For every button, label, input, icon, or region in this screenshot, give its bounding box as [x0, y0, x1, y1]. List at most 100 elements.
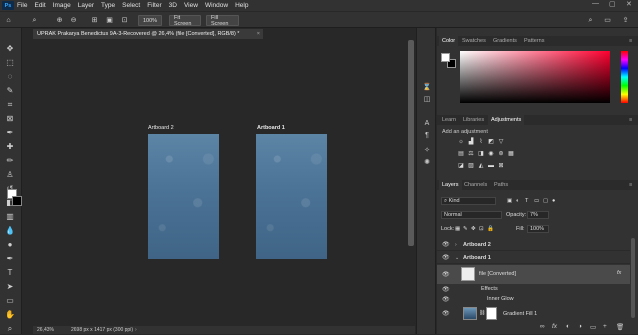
visibility-eye-icon[interactable]: 👁	[442, 310, 450, 317]
zoom-tool-icon[interactable]: ⌕	[4, 323, 16, 335]
character-panel-icon[interactable]: A	[421, 118, 433, 129]
gradient-map-icon[interactable]: ▬	[487, 163, 495, 170]
invert-icon[interactable]: ◪	[457, 163, 465, 170]
fit-screen-button[interactable]: Fit Screen	[169, 15, 201, 27]
quick-select-tool-icon[interactable]: ✎	[4, 85, 16, 97]
document-tab[interactable]: UPRAK Prakarya Benedictus 9A-3-Recovered…	[33, 29, 263, 39]
status-zoom[interactable]: 26,43%	[37, 326, 54, 334]
tab-gradients[interactable]: Gradients	[490, 36, 520, 46]
artboard-1-label[interactable]: Artboard 1	[257, 125, 285, 131]
color-picker-field[interactable]	[460, 51, 610, 103]
link-icon[interactable]: ⛓	[479, 310, 485, 316]
curves-icon[interactable]: ⌇	[477, 139, 485, 146]
close-window-button[interactable]: ✕	[626, 0, 632, 8]
layer-row-artboard-2[interactable]: 👁 › Artboard 2	[437, 239, 630, 251]
tab-patterns[interactable]: Patterns	[521, 36, 547, 46]
expand-chevron-icon[interactable]: ›	[455, 242, 457, 248]
tab-adjustments[interactable]: Adjustments	[488, 115, 525, 125]
filter-shape-icon[interactable]: ▭	[534, 198, 539, 204]
layer-row-gradient-fill-1[interactable]: 👁 ⛓ Gradient Fill 1	[437, 306, 630, 322]
properties-panel-icon[interactable]: ◫	[421, 94, 433, 105]
brightness-icon[interactable]: ☼	[457, 139, 465, 146]
menu-select[interactable]: Select	[122, 2, 140, 9]
menu-file[interactable]: File	[17, 2, 27, 9]
hue-slider[interactable]	[621, 51, 628, 103]
panel-foreground-swatch[interactable]	[441, 53, 450, 62]
exposure-icon[interactable]: ◩	[487, 139, 495, 146]
gradient-tool-icon[interactable]: ▥	[4, 211, 16, 223]
filter-smart-object-icon[interactable]: ▢	[543, 198, 548, 204]
paragraph-panel-icon[interactable]: ¶	[421, 130, 433, 141]
new-layer-icon[interactable]: +	[603, 323, 607, 330]
tab-libraries[interactable]: Libraries	[460, 115, 487, 125]
tab-channels[interactable]: Channels	[461, 180, 490, 190]
tab-layers[interactable]: Layers	[439, 180, 462, 190]
fill-screen-button[interactable]: Fill Screen	[206, 15, 239, 27]
adjustments-panel-menu-icon[interactable]: ≡	[626, 115, 635, 125]
zoom-tool-icon[interactable]: ⌕	[30, 16, 39, 25]
layer-row-effects[interactable]: 👁 Effects	[437, 285, 630, 295]
scrubby-zoom-icon[interactable]: ⊡	[120, 16, 129, 25]
menu-image[interactable]: Image	[53, 2, 71, 9]
menu-window[interactable]: Window	[205, 2, 228, 9]
zoom-in-icon[interactable]: ⊕	[55, 16, 64, 25]
tab-learn[interactable]: Learn	[439, 115, 459, 125]
add-mask-icon[interactable]: ◐	[566, 323, 570, 330]
blend-mode-select[interactable]: Normal	[441, 211, 502, 219]
photo-filter-icon[interactable]: ◉	[487, 151, 495, 158]
visibility-eye-icon[interactable]: 👁	[442, 271, 450, 278]
layer-filter-select[interactable]: ⌕ Kind	[441, 197, 496, 205]
tab-swatches[interactable]: Swatches	[459, 36, 489, 46]
workspace-icon[interactable]: ▭	[603, 16, 612, 25]
artboard-1[interactable]	[256, 134, 327, 259]
lock-transparent-icon[interactable]: ▦	[455, 226, 460, 232]
posterize-icon[interactable]: ▨	[467, 163, 475, 170]
color-balance-icon[interactable]: ⚖	[467, 151, 475, 158]
collapse-chevron-icon[interactable]: ⌄	[455, 255, 459, 261]
layer-row-artboard-1[interactable]: 👁 ⌄ Artboard 1	[437, 252, 630, 264]
path-select-tool-icon[interactable]: ➤	[4, 281, 16, 293]
shape-tool-icon[interactable]: ▭	[4, 295, 16, 307]
maximize-button[interactable]: ▢	[609, 0, 616, 8]
glyphs-panel-icon[interactable]: ✧	[421, 145, 433, 156]
close-document-icon[interactable]: ×	[257, 29, 260, 39]
zoom-100-button[interactable]: 100%	[138, 15, 162, 26]
visibility-eye-icon[interactable]: 👁	[442, 241, 450, 248]
lock-all-icon[interactable]: 🔒	[487, 226, 494, 232]
menu-type[interactable]: Type	[101, 2, 115, 9]
brushes-panel-icon[interactable]: ✺	[421, 157, 433, 168]
filter-toggle-icon[interactable]: ●	[552, 198, 555, 204]
filter-type-icon[interactable]: T	[525, 198, 528, 204]
background-color-swatch[interactable]	[12, 196, 22, 206]
opacity-input[interactable]: 7%	[527, 211, 549, 219]
history-panel-icon[interactable]: ⌛	[421, 82, 433, 93]
artboard-2-label[interactable]: Artboard 2	[148, 125, 174, 131]
search-icon[interactable]: ⌕	[586, 16, 595, 25]
menu-view[interactable]: View	[184, 2, 198, 9]
blur-tool-icon[interactable]: 💧	[4, 225, 16, 237]
eyedropper-tool-icon[interactable]: ✒	[4, 127, 16, 139]
minimize-button[interactable]: —	[592, 0, 599, 7]
hue-saturation-icon[interactable]: ▤	[457, 151, 465, 158]
status-arrow-icon[interactable]: ›	[135, 326, 137, 334]
visibility-eye-icon[interactable]: 👁	[442, 286, 450, 293]
delete-layer-icon[interactable]: 🗑	[616, 323, 624, 331]
menu-3d[interactable]: 3D	[169, 2, 177, 9]
menu-edit[interactable]: Edit	[34, 2, 45, 9]
lock-artboard-icon[interactable]: ⊡	[479, 226, 484, 232]
vibrance-icon[interactable]: ▽	[497, 139, 505, 146]
menu-filter[interactable]: Filter	[147, 2, 161, 9]
dodge-tool-icon[interactable]: ●	[4, 239, 16, 251]
tab-color[interactable]: Color	[439, 36, 459, 46]
move-tool-icon[interactable]: ✥	[4, 43, 16, 55]
color-lookup-icon[interactable]: ▦	[507, 151, 515, 158]
color-panel-menu-icon[interactable]: ≡	[626, 36, 635, 46]
selective-color-icon[interactable]: ⊠	[497, 163, 505, 170]
levels-icon[interactable]: ▟	[467, 139, 475, 146]
marquee-tool-icon[interactable]: ⬚	[4, 57, 16, 69]
canvas-area[interactable]	[33, 39, 415, 326]
layer-fx-icon[interactable]: fx	[617, 270, 621, 276]
stamp-tool-icon[interactable]: ♙	[4, 169, 16, 181]
hand-tool-icon[interactable]: ✋	[4, 309, 16, 321]
artboard-2[interactable]	[148, 134, 219, 259]
